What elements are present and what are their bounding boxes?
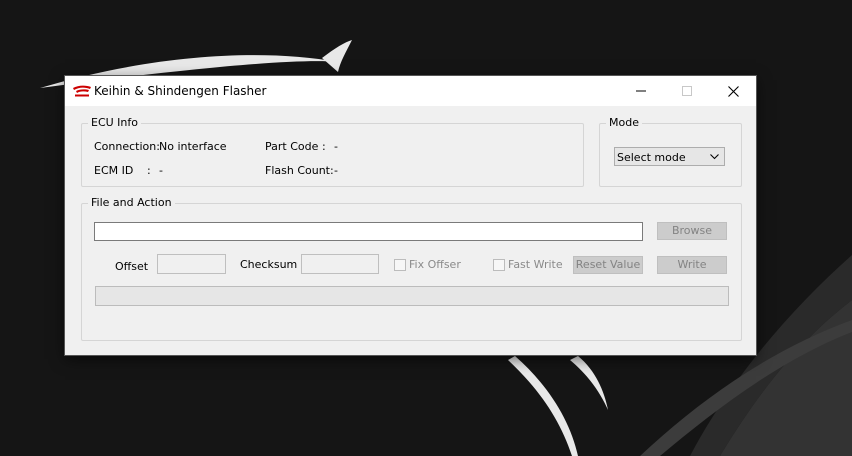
mode-select[interactable]: Select mode bbox=[614, 147, 725, 166]
chevron-down-icon bbox=[710, 154, 719, 160]
flash-progress-bar bbox=[95, 286, 729, 306]
maximize-button[interactable] bbox=[664, 76, 710, 106]
ecm-id-label: ECM ID bbox=[94, 164, 134, 177]
honda-wing-logo-icon bbox=[73, 85, 91, 97]
app-window: Keihin & Shindengen Flasher ECU Info Con… bbox=[65, 76, 756, 355]
close-icon bbox=[727, 85, 739, 97]
checksum-input[interactable] bbox=[301, 254, 379, 274]
mode-select-value: Select mode bbox=[617, 151, 686, 164]
title-bar[interactable]: Keihin & Shindengen Flasher bbox=[65, 76, 756, 106]
file-action-group-title: File and Action bbox=[88, 196, 175, 209]
close-button[interactable] bbox=[710, 76, 756, 106]
maximize-icon bbox=[682, 86, 692, 96]
reset-value-button[interactable]: Reset Value bbox=[573, 256, 643, 274]
checksum-label: Checksum bbox=[240, 258, 298, 271]
part-code-separator: : bbox=[322, 140, 326, 153]
write-button[interactable]: Write bbox=[657, 256, 727, 274]
connection-value: No interface bbox=[159, 140, 227, 153]
part-code-value: - bbox=[334, 140, 338, 153]
mode-group-title: Mode bbox=[606, 116, 642, 129]
ecu-info-group-title: ECU Info bbox=[88, 116, 141, 129]
fast-write-checkbox[interactable] bbox=[493, 259, 505, 271]
ecu-info-group: ECU Info Connection: No interface ECM ID… bbox=[81, 116, 584, 187]
fix-offset-label: Fix Offser bbox=[409, 258, 461, 271]
flash-count-label: Flash Count: bbox=[265, 164, 334, 177]
fix-offset-checkbox[interactable] bbox=[394, 259, 406, 271]
offset-label: Offset bbox=[115, 260, 149, 273]
minimize-icon bbox=[636, 90, 646, 92]
ecm-id-value: - bbox=[159, 164, 163, 177]
browse-button[interactable]: Browse bbox=[657, 222, 727, 240]
fast-write-label: Fast Write bbox=[508, 258, 563, 271]
window-title: Keihin & Shindengen Flasher bbox=[94, 84, 267, 98]
part-code-label: Part Code bbox=[265, 140, 319, 153]
mode-group: Mode Select mode bbox=[599, 116, 742, 187]
connection-label: Connection: bbox=[94, 140, 160, 153]
flash-count-value: - bbox=[334, 164, 338, 177]
file-action-group: File and Action Browse Offset Checksum F… bbox=[81, 196, 742, 341]
file-path-input[interactable] bbox=[94, 222, 643, 241]
ecm-id-separator: : bbox=[147, 164, 151, 177]
minimize-button[interactable] bbox=[618, 76, 664, 106]
offset-input[interactable] bbox=[157, 254, 226, 274]
